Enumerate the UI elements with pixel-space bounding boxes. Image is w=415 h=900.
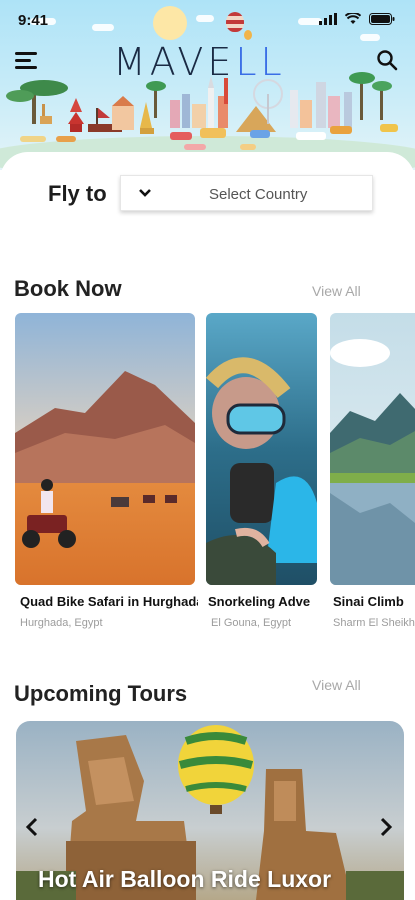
activity-card-quad-bike[interactable]	[15, 313, 195, 585]
activity-card-location: El Gouna, Egypt	[211, 617, 292, 629]
country-select-dropdown[interactable]: Select Country	[120, 175, 373, 211]
activity-card-sinai-climb[interactable]	[330, 313, 415, 585]
activity-card-title: Snorkeling Adve	[208, 594, 311, 609]
activity-card-location: Hurghada, Egypt	[20, 617, 103, 629]
sinai-climb-image	[330, 313, 415, 585]
status-bar: 9:41	[0, 0, 415, 40]
menu-button[interactable]	[15, 52, 39, 72]
activity-card-snorkeling[interactable]	[206, 313, 317, 585]
upcoming-tours-view-all-link[interactable]: View All	[312, 677, 361, 693]
chevron-down-icon	[139, 189, 151, 197]
activity-card-title: Sinai Climb	[333, 594, 404, 609]
quad-bike-image	[15, 313, 195, 585]
header-banner: 9:41 MAVELL	[0, 0, 415, 170]
search-icon[interactable]	[376, 49, 398, 71]
book-now-view-all-link[interactable]: View All	[312, 283, 361, 299]
activity-card-title: Quad Bike Safari in Hurghada	[20, 594, 198, 609]
status-time: 9:41	[18, 12, 49, 29]
country-select-placeholder: Select Country	[209, 186, 308, 203]
signal-icon	[319, 13, 337, 25]
activity-card-location: Sharm El Sheikh	[333, 617, 415, 629]
menu-icon	[15, 52, 37, 55]
app-logo: MAVELL	[113, 40, 286, 84]
chevron-left-icon[interactable]	[22, 815, 42, 839]
fly-to-label: Fly to	[48, 181, 107, 206]
chevron-right-icon[interactable]	[376, 815, 396, 839]
battery-icon	[369, 13, 395, 25]
book-now-title: Book Now	[14, 276, 122, 301]
upcoming-tours-title: Upcoming Tours	[14, 681, 188, 706]
wifi-icon	[345, 13, 361, 24]
snorkeling-image	[206, 313, 317, 585]
featured-tour-title: Hot Air Balloon Ride Luxor	[38, 866, 332, 892]
